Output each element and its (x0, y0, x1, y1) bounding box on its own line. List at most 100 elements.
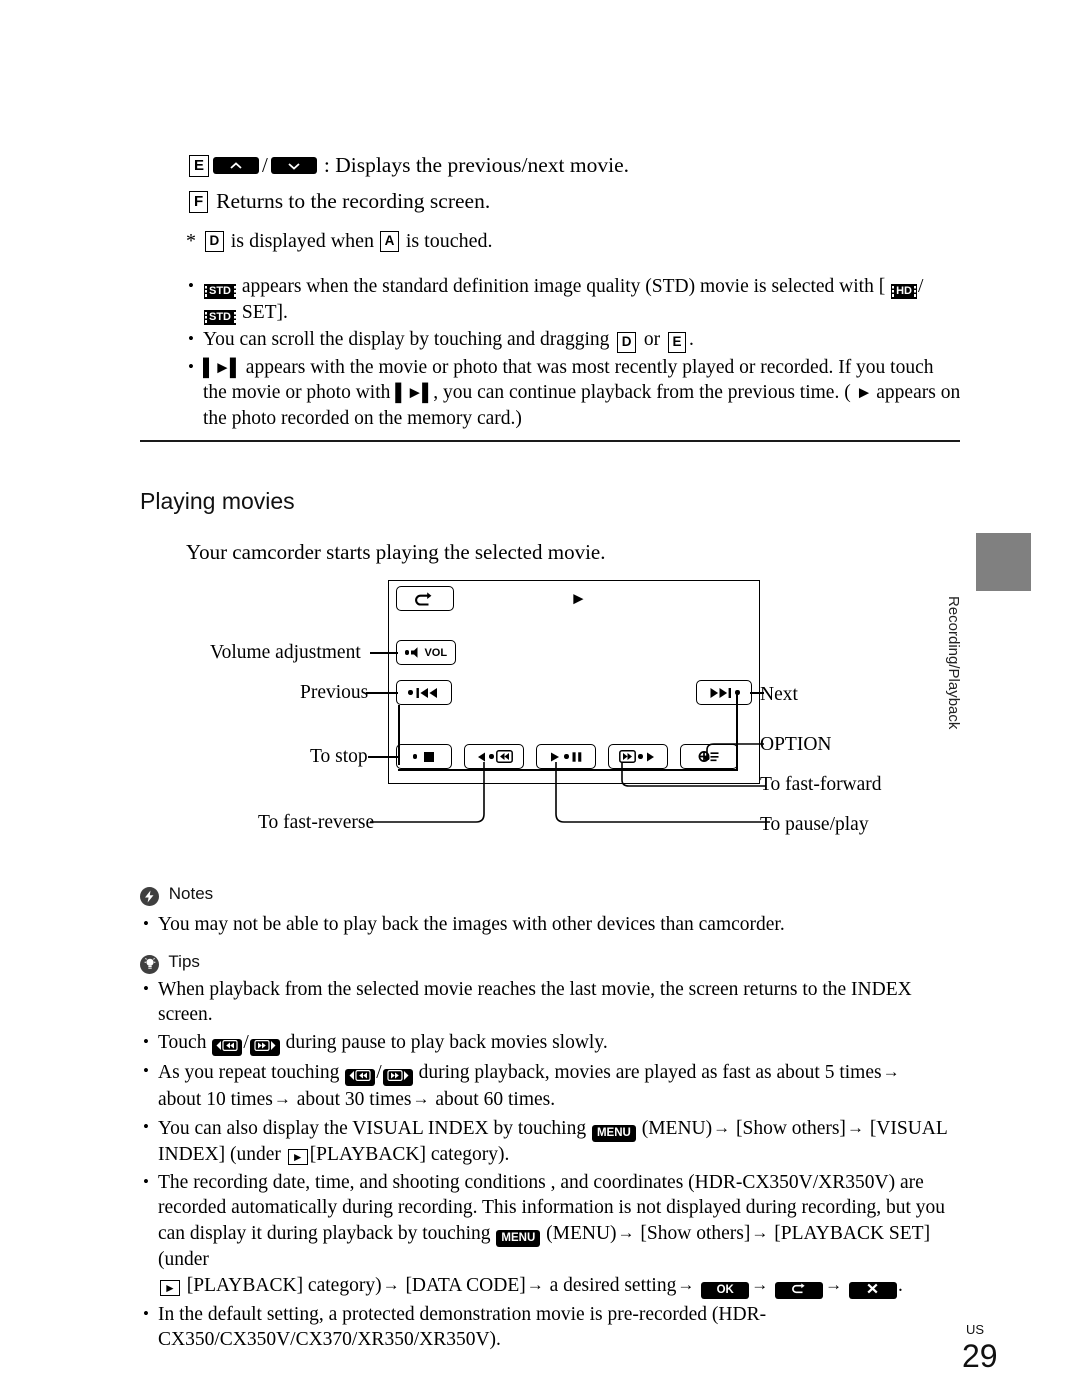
arrow-icon: → (412, 1088, 430, 1108)
back-key-icon (775, 1281, 824, 1299)
footnote-text-2: is touched. (405, 230, 493, 252)
playback-category-icon: ► (160, 1279, 180, 1296)
tip-dc-text-g: a desired setting (549, 1274, 677, 1296)
diagram-label-volume: Volume adjustment (210, 642, 361, 663)
arrow-icon: → (751, 1222, 769, 1242)
tip-slow-slash: / (243, 1031, 249, 1053)
forward-triangle-icon (646, 752, 654, 761)
leader-line-next (750, 692, 764, 694)
tip-speed-text-d: about 10 times (158, 1088, 273, 1110)
diagram-label-fast-reverse: To fast-reverse (258, 812, 375, 833)
menu-key-icon: MENU (591, 1124, 636, 1142)
tip-dc-text-b: (MENU) (546, 1222, 617, 1244)
fast-reverse-boxed-icon (495, 750, 513, 763)
bullet-std-text-a: appears when the standard definition ima… (241, 276, 886, 297)
bullet-scroll-text-a: You can scroll the display by touching a… (203, 329, 610, 350)
play-triangle-icon: ► (855, 383, 873, 402)
std-badge-icon: STD (204, 284, 236, 299)
footnote-letter-a: A (380, 231, 399, 252)
bullet-resume-text-b: , you can continue playback from the pre… (433, 382, 851, 403)
tip-vi-text-e: [PLAYBACK] category). (309, 1143, 510, 1165)
bullet-std-text-b: / (917, 276, 924, 297)
reverse-triangle-icon (478, 752, 486, 761)
scroll-up-key[interactable] (213, 157, 260, 174)
pause-icon (572, 751, 582, 762)
manual-page: E / : Displays the previous/next movie. … (0, 0, 1080, 1397)
diagram-previous-button[interactable] (396, 680, 452, 705)
leader-line-prev-vertical (398, 705, 400, 765)
tip-speed-text-e: about 30 times (296, 1088, 412, 1110)
fast-reverse-key-icon (212, 1038, 243, 1056)
stop-square-icon (424, 751, 435, 762)
resume-play-icon-2: ▌►▌ (395, 383, 434, 402)
fast-forward-key-icon (249, 1038, 280, 1056)
speaker-icon (411, 647, 418, 658)
std-badge-icon-2: STD (204, 309, 236, 325)
tip-slow-text-a: Touch (158, 1031, 207, 1053)
chevron-down-icon (288, 162, 300, 170)
diagram-return-button[interactable] (396, 586, 454, 611)
connector-dot (638, 754, 643, 759)
diagram-label-previous: Previous (300, 682, 369, 703)
diagram-volume-button[interactable]: VOL (396, 640, 456, 665)
chevron-up-icon (230, 161, 242, 169)
leader-line-option (704, 743, 764, 760)
tips-item-slow: Touch / during pause to play back movies… (140, 1029, 965, 1056)
volume-label: VOL (424, 646, 448, 659)
ok-key-icon: OK (701, 1281, 750, 1299)
diagram-label-to-stop: To stop (310, 746, 368, 767)
menu-key-icon: MENU (496, 1229, 541, 1247)
tips-item-speed: As you repeat touching / during playback… (140, 1058, 965, 1112)
tip-vi-text-b: (MENU) (641, 1117, 713, 1139)
fast-forward-key-icon (382, 1068, 413, 1086)
bullet-scroll-text-b: or (643, 329, 661, 350)
side-tab-block (976, 533, 1031, 591)
notes-item: You may not be able to play back the ima… (140, 911, 965, 937)
tips-item-data-code: The recording date, time, and shooting c… (140, 1169, 965, 1299)
connector-dot (489, 754, 494, 759)
tips-item-demo: In the default setting, a protected demo… (140, 1301, 965, 1352)
return-arrow-icon (415, 591, 432, 606)
arrow-icon: → (713, 1117, 731, 1137)
page-section-heading: Playing movies (140, 488, 295, 514)
footnote-text-1: is displayed when (230, 230, 375, 252)
tip-speed-text-a: As you repeat touching (158, 1061, 340, 1083)
resume-play-icon: ▌►▌ (203, 357, 242, 377)
diagram-next-button[interactable] (696, 680, 752, 705)
legend-item-f: F Returns to the recording screen. (186, 186, 976, 217)
legend-text-f: Returns to the recording screen. (216, 189, 491, 213)
playback-category-icon: ► (287, 1148, 308, 1165)
connector-dot (564, 754, 569, 759)
tip-speed-text-c: during playback, movies are played as fa… (418, 1061, 882, 1083)
arrow-icon: → (617, 1222, 635, 1242)
lightning-icon (140, 887, 159, 906)
tip-dc-text-f: [DATA CODE] (405, 1274, 526, 1296)
arrow-icon: → (382, 1274, 400, 1294)
connector-dot (404, 650, 410, 655)
leader-line-previous (366, 692, 398, 694)
scroll-down-key[interactable] (270, 157, 317, 174)
arrow-icon: → (273, 1088, 291, 1108)
label-letter-f: F (189, 190, 209, 213)
bullet-scroll-text-c: . (689, 329, 694, 350)
legend-slash: / (262, 153, 268, 177)
leader-line-pause-play (555, 762, 770, 823)
tips-item-visual-index: You can also display the VISUAL INDEX by… (140, 1114, 965, 1167)
footnote-row: * D is displayed when A is touched. (186, 230, 492, 253)
side-tab-label: Recording/Playback (945, 596, 962, 730)
footnote-letter-d: D (205, 231, 224, 252)
page-region-label: US (966, 1322, 985, 1337)
diagram-play-indicator: ► (570, 589, 587, 608)
bullet-letter-d: D (617, 332, 637, 353)
top-legend-block: E / : Displays the previous/next movie. … (186, 150, 976, 217)
bullet-scroll: You can scroll the display by touching a… (186, 326, 961, 353)
playback-screen-diagram: ► VOL Volume adjustment Previous To stop… (130, 572, 970, 847)
arrow-icon: → (751, 1274, 769, 1294)
connector-dot (412, 754, 418, 759)
page-number: 29 (962, 1338, 998, 1374)
tip-vi-text-c: [Show others] (735, 1117, 846, 1139)
diagram-label-fast-forward: To fast-forward (760, 774, 882, 795)
next-track-icon (710, 687, 732, 698)
arrow-icon: → (882, 1061, 900, 1081)
arrow-icon: → (846, 1117, 864, 1137)
